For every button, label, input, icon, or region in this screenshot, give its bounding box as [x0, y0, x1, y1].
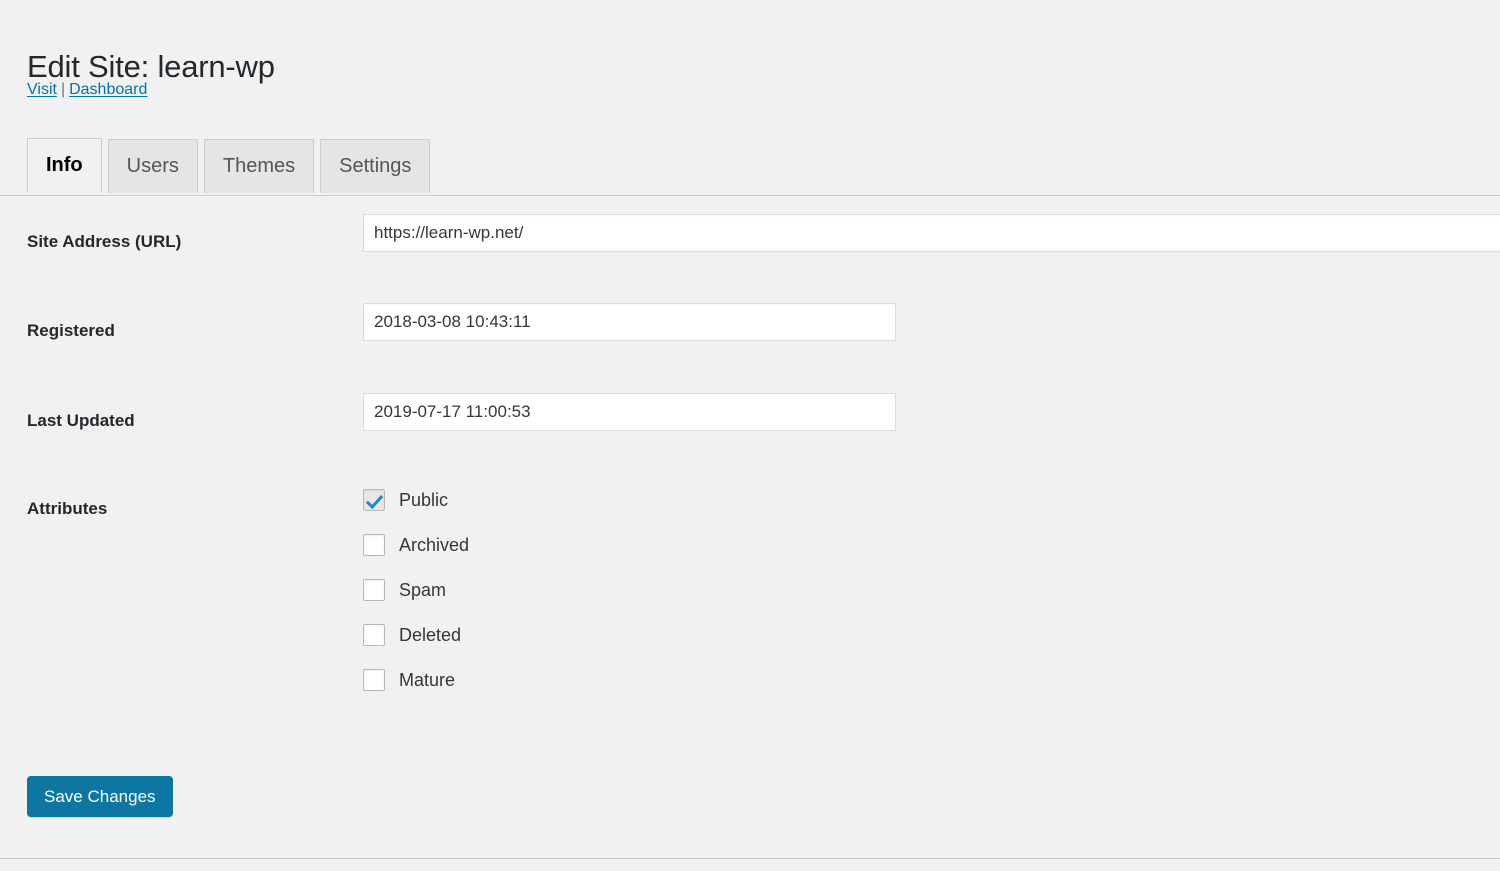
checkbox-spam[interactable]	[363, 579, 385, 601]
checkbox-label-public: Public	[399, 489, 448, 511]
attributes-label: Attributes	[27, 498, 337, 520]
checkbox-deleted[interactable]	[363, 624, 385, 646]
attribute-option-archived[interactable]: Archived	[363, 522, 469, 567]
save-changes-button[interactable]: Save Changes	[27, 776, 173, 817]
tab-users[interactable]: Users	[108, 139, 198, 193]
bottom-divider	[0, 858, 1500, 859]
checkbox-public[interactable]	[363, 489, 385, 511]
attribute-option-mature[interactable]: Mature	[363, 657, 469, 702]
tab-info[interactable]: Info	[27, 138, 102, 193]
registered-label: Registered	[27, 320, 337, 342]
submit-area: Save Changes	[27, 776, 173, 817]
attributes-checkbox-list: Public Archived Spam Deleted Mature	[363, 477, 469, 702]
visit-link[interactable]: Visit	[27, 81, 57, 98]
checkbox-label-spam: Spam	[399, 579, 446, 601]
attribute-option-deleted[interactable]: Deleted	[363, 612, 469, 657]
checkbox-mature[interactable]	[363, 669, 385, 691]
registered-field-wrap	[363, 303, 896, 341]
site-address-input[interactable]	[363, 214, 1500, 252]
dashboard-link[interactable]: Dashboard	[69, 81, 147, 98]
site-tabs: InfoUsersThemesSettings	[0, 138, 1500, 196]
checkbox-label-deleted: Deleted	[399, 624, 461, 646]
checkbox-label-mature: Mature	[399, 669, 455, 691]
site-address-field-wrap	[363, 214, 1500, 252]
checkbox-label-archived: Archived	[399, 534, 469, 556]
site-address-label: Site Address (URL)	[27, 231, 337, 253]
last-updated-field-wrap	[363, 393, 896, 431]
attribute-option-public[interactable]: Public	[363, 477, 469, 522]
checkbox-archived[interactable]	[363, 534, 385, 556]
site-action-links: Visit|Dashboard	[27, 79, 147, 101]
tab-themes[interactable]: Themes	[204, 139, 314, 193]
link-separator: |	[57, 81, 69, 98]
last-updated-input[interactable]	[363, 393, 896, 431]
last-updated-label: Last Updated	[27, 410, 337, 432]
registered-input[interactable]	[363, 303, 896, 341]
attribute-option-spam[interactable]: Spam	[363, 567, 469, 612]
tab-settings[interactable]: Settings	[320, 139, 430, 193]
